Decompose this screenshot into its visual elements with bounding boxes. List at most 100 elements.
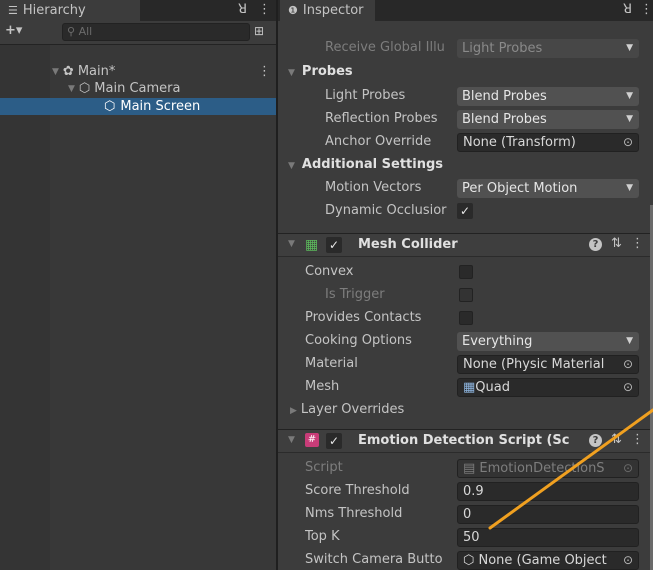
anchor-override-label: Anchor Override bbox=[325, 134, 432, 149]
object-picker-icon[interactable]: ⊙ bbox=[623, 356, 633, 373]
component-menu-icon[interactable]: ⋮ bbox=[631, 236, 644, 251]
provides-contacts-checkbox[interactable] bbox=[459, 311, 473, 325]
help-glyph: ? bbox=[589, 238, 602, 251]
inspector-menu-icon[interactable]: ⋮ bbox=[640, 2, 653, 17]
object-picker-icon[interactable]: ⊙ bbox=[623, 379, 633, 396]
info-icon: ❶ bbox=[288, 4, 298, 17]
hierarchy-toolbar: +▾ ⚲ All ⊞ bbox=[0, 21, 276, 45]
mesh-value: Quad bbox=[475, 380, 510, 395]
light-probes-dropdown[interactable]: Blend Probes ▼ bbox=[457, 87, 639, 106]
cooking-options-label: Cooking Options bbox=[305, 333, 412, 348]
gameobject-cube-icon: ⬡ bbox=[78, 81, 91, 96]
switch-camera-value: None (Game Object bbox=[478, 553, 607, 568]
additional-settings-foldout[interactable]: ▼ Additional Settings bbox=[288, 155, 443, 175]
help-icon[interactable]: ? bbox=[589, 236, 602, 251]
reflection-probes-value: Blend Probes bbox=[462, 112, 547, 127]
scene-menu-icon[interactable]: ⋮ bbox=[258, 64, 271, 79]
motion-vectors-dropdown[interactable]: Per Object Motion ▼ bbox=[457, 179, 639, 198]
mesh-collider-title: Mesh Collider bbox=[358, 237, 458, 252]
inspector-tabbar: ❶ Inspector ꓤ ⋮ bbox=[278, 0, 653, 21]
chevron-down-icon: ▼ bbox=[626, 91, 633, 101]
receive-gi-value: Light Probes bbox=[462, 41, 543, 56]
cooking-options-dropdown[interactable]: Everything ▼ bbox=[457, 332, 639, 351]
hierarchy-tab-label: Hierarchy bbox=[22, 3, 86, 18]
hierarchy-menu-icon[interactable]: ⋮ bbox=[258, 2, 271, 17]
script-value: EmotionDetectionS bbox=[479, 461, 605, 476]
add-object-button[interactable]: +▾ bbox=[5, 23, 22, 38]
foldout-triangle-icon: ▶ bbox=[290, 406, 297, 416]
material-field[interactable]: None (Physic Material ⊙ bbox=[457, 355, 639, 374]
hierarchy-gutter bbox=[0, 45, 50, 570]
emotion-script-enabled-checkbox[interactable]: ✓ bbox=[326, 433, 342, 449]
search-icon: ⚲ bbox=[67, 25, 79, 38]
foldout-triangle-icon[interactable]: ▼ bbox=[288, 435, 295, 445]
mesh-asset-icon: ▦ bbox=[463, 380, 476, 395]
top-k-input[interactable]: 50 bbox=[457, 528, 639, 547]
tab-inspector[interactable]: ❶ Inspector bbox=[280, 0, 375, 21]
script-icon: # bbox=[305, 433, 319, 447]
motion-vectors-value: Per Object Motion bbox=[462, 181, 578, 196]
dynamic-occlusion-checkbox[interactable]: ✓ bbox=[457, 203, 473, 219]
foldout-triangle-icon[interactable]: ▼ bbox=[288, 239, 295, 249]
hierarchy-item-label: Main Screen bbox=[120, 99, 201, 114]
receive-gi-dropdown[interactable]: Light Probes ▼ bbox=[457, 39, 639, 58]
expand-triangle-icon[interactable]: ▼ bbox=[52, 67, 59, 77]
lock-icon[interactable]: ꓤ bbox=[238, 2, 247, 17]
foldout-triangle-icon: ▼ bbox=[288, 161, 295, 171]
reflection-probes-dropdown[interactable]: Blend Probes ▼ bbox=[457, 110, 639, 129]
component-menu-icon[interactable]: ⋮ bbox=[631, 432, 644, 447]
hierarchy-item-main-screen[interactable]: ⬡ Main Screen bbox=[0, 98, 276, 115]
chevron-down-icon: ▼ bbox=[626, 336, 633, 346]
chevron-down-icon: ▼ bbox=[626, 114, 633, 124]
probes-foldout[interactable]: ▼ Probes bbox=[288, 62, 353, 82]
convex-label: Convex bbox=[305, 264, 354, 279]
receive-gi-label: Receive Global Illu bbox=[325, 40, 445, 55]
script-field: ▤ EmotionDetectionS ⊙ bbox=[457, 459, 639, 478]
switch-camera-field[interactable]: ⬡ None (Game Object ⊙ bbox=[457, 551, 639, 570]
search-placeholder: All bbox=[78, 25, 93, 38]
object-picker-icon[interactable]: ⊙ bbox=[623, 552, 633, 569]
inspector-tab-label: Inspector bbox=[302, 3, 364, 18]
emotion-script-title: Emotion Detection Script (Sc bbox=[358, 433, 570, 448]
scene-row-main[interactable]: ▼ ✿ Main* ⋮ bbox=[0, 63, 276, 80]
material-label: Material bbox=[305, 356, 358, 371]
nms-threshold-label: Nms Threshold bbox=[305, 506, 403, 521]
foldout-triangle-icon: ▼ bbox=[288, 68, 295, 78]
anchor-override-value: None (Transform) bbox=[463, 135, 576, 150]
nms-threshold-input[interactable]: 0 bbox=[457, 505, 639, 524]
anchor-override-field[interactable]: None (Transform) ⊙ bbox=[457, 133, 639, 152]
hierarchy-search-input[interactable]: ⚲ All bbox=[62, 23, 250, 41]
help-icon[interactable]: ? bbox=[589, 432, 602, 447]
mesh-collider-enabled-checkbox[interactable]: ✓ bbox=[326, 237, 342, 253]
cooking-options-value: Everything bbox=[462, 334, 533, 349]
list-icon: ☰ bbox=[8, 4, 18, 17]
mesh-collider-header[interactable]: ▼ ▦ ✓ Mesh Collider ? ⇅ ⋮ bbox=[278, 233, 653, 257]
hierarchy-panel: ☰ Hierarchy ꓤ ⋮ +▾ ⚲ All ⊞ ▼ ✿ Main* ⋮ ▼… bbox=[0, 0, 276, 570]
emotion-script-header[interactable]: ▼ # ✓ Emotion Detection Script (Sc ? ⇅ ⋮ bbox=[278, 429, 653, 453]
material-value: None (Physic Material bbox=[463, 357, 605, 372]
top-k-label: Top K bbox=[305, 529, 340, 544]
presets-icon[interactable]: ⇅ bbox=[611, 236, 622, 251]
probes-title: Probes bbox=[301, 64, 353, 79]
tab-hierarchy[interactable]: ☰ Hierarchy bbox=[0, 0, 140, 21]
gameobject-cube-icon: ⬡ bbox=[104, 99, 116, 114]
mesh-field[interactable]: ▦Quad ⊙ bbox=[457, 378, 639, 397]
presets-icon[interactable]: ⇅ bbox=[611, 432, 622, 447]
expand-triangle-icon[interactable]: ▼ bbox=[68, 84, 75, 94]
convex-checkbox[interactable] bbox=[459, 265, 473, 279]
reflection-probes-label: Reflection Probes bbox=[325, 111, 438, 126]
motion-vectors-label: Motion Vectors bbox=[325, 180, 422, 195]
unity-scene-icon: ✿ bbox=[62, 64, 74, 79]
light-probes-value: Blend Probes bbox=[462, 89, 547, 104]
scene-filter-icon[interactable]: ⊞ bbox=[254, 24, 264, 38]
hierarchy-item-main-camera[interactable]: ▼ ⬡ Main Camera bbox=[0, 80, 276, 97]
mesh-label: Mesh bbox=[305, 379, 340, 394]
layer-overrides-foldout[interactable]: ▶ Layer Overrides bbox=[290, 400, 404, 420]
help-glyph: ? bbox=[589, 434, 602, 447]
hierarchy-tabbar: ☰ Hierarchy ꓤ ⋮ bbox=[0, 0, 276, 21]
script-label: Script bbox=[305, 460, 343, 475]
score-threshold-input[interactable]: 0.9 bbox=[457, 482, 639, 501]
gameobject-cube-icon: ⬡ bbox=[463, 553, 479, 568]
lock-icon[interactable]: ꓤ bbox=[623, 2, 632, 17]
object-picker-icon[interactable]: ⊙ bbox=[623, 134, 633, 151]
